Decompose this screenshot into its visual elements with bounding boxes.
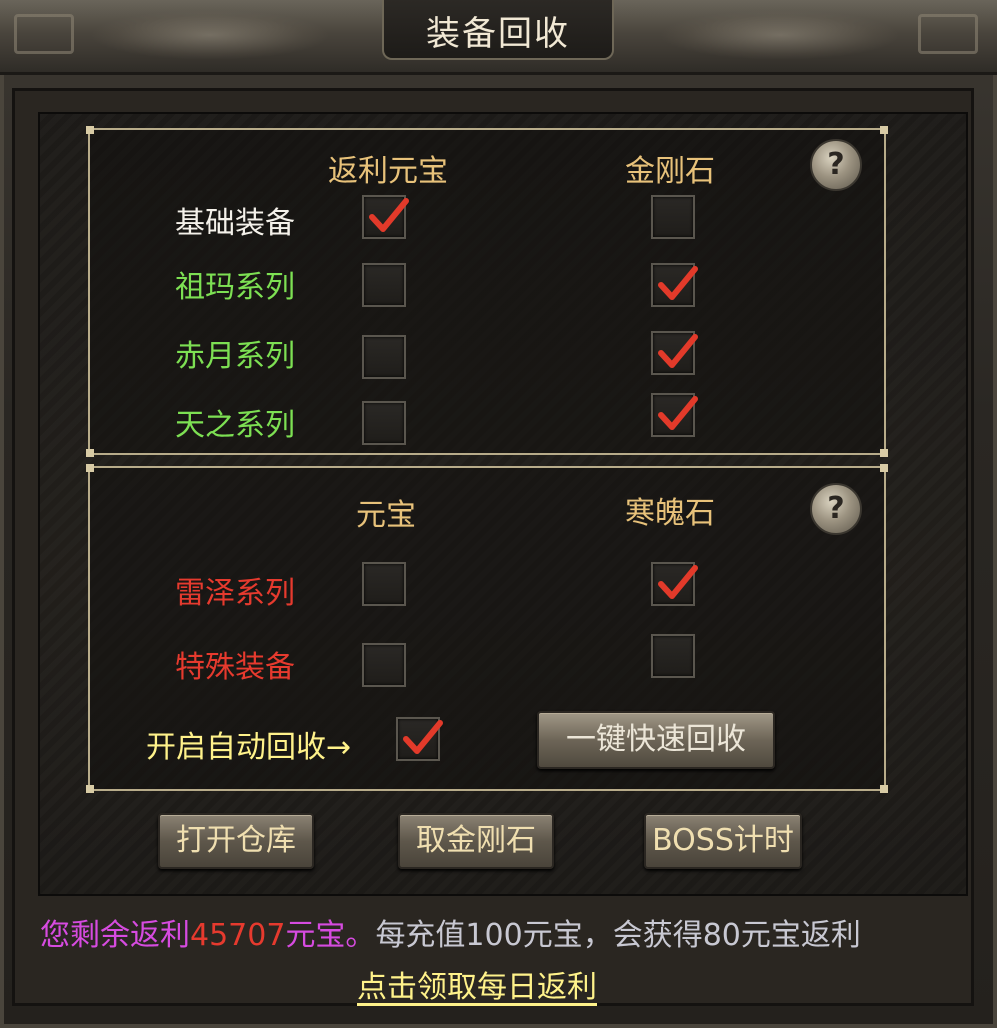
remaining-rebate-unit: 元宝。: [285, 918, 376, 953]
checkbox-leize-hanpo[interactable]: [651, 562, 698, 606]
left-dragon-ornament: [90, 10, 330, 60]
panel-corner: [880, 785, 888, 793]
checkbox-chiyue-rebate[interactable]: [362, 335, 406, 379]
col-header-yuanbao: 元宝: [356, 498, 416, 533]
rebate-info-line: 您剩余返利45707元宝。每充值100元宝，会获得80元宝返利: [40, 910, 861, 954]
window-title: 装备回收: [426, 14, 570, 54]
remaining-rebate-amount: 45707: [190, 918, 286, 953]
open-warehouse-button[interactable]: 打开仓库: [158, 813, 314, 869]
check-mark-icon: [658, 565, 698, 599]
check-mark-icon: [658, 266, 698, 300]
left-ornament: [14, 14, 74, 54]
help-icon[interactable]: ?: [810, 483, 862, 535]
col-header-diamond: 金刚石: [625, 154, 715, 189]
col-header-hanpo-stone: 寒魄石: [625, 496, 715, 531]
checkbox-basic-diamond[interactable]: [651, 195, 695, 239]
take-diamond-button[interactable]: 取金刚石: [398, 813, 554, 869]
check-mark-icon: [403, 720, 443, 754]
checkbox-special-yuanbao[interactable]: [362, 643, 406, 687]
panel-corner: [880, 449, 888, 457]
quick-recycle-button[interactable]: 一键快速回收: [537, 711, 775, 769]
help-icon[interactable]: ?: [810, 139, 862, 191]
row-label-tian-series: 天之系列: [175, 408, 295, 443]
panel-corner: [86, 449, 94, 457]
checkbox-zuma-rebate[interactable]: [362, 263, 406, 307]
panel-corner: [86, 126, 94, 134]
check-mark-icon: [658, 334, 698, 368]
auto-recycle-label: 开启自动回收→: [146, 730, 352, 765]
checkbox-chiyue-diamond[interactable]: [651, 331, 698, 375]
panel-corner: [86, 464, 94, 472]
panel-corner: [880, 464, 888, 472]
row-label-basic-equipment: 基础装备: [175, 206, 295, 241]
checkbox-zuma-diamond[interactable]: [651, 263, 698, 307]
col-header-rebate-yuanbao: 返利元宝: [328, 154, 448, 189]
recharge-info: 每充值100元宝，会获得80元宝返利: [375, 918, 861, 953]
row-label-chiyue-series: 赤月系列: [175, 339, 295, 374]
row-label-leize-series: 雷泽系列: [175, 576, 295, 611]
check-mark-icon: [369, 198, 409, 232]
remaining-rebate-prefix: 您剩余返利: [40, 918, 190, 953]
row-label-special-equipment: 特殊装备: [175, 650, 295, 685]
panel-corner: [86, 785, 94, 793]
panel-corner: [880, 126, 888, 134]
checkbox-leize-yuanbao[interactable]: [362, 562, 406, 606]
checkbox-basic-rebate[interactable]: [362, 195, 409, 239]
right-dragon-ornament: [660, 10, 900, 60]
daily-rebate-link[interactable]: 点击领取每日返利: [357, 962, 597, 1006]
checkbox-tian-diamond[interactable]: [651, 393, 698, 437]
right-ornament: [918, 14, 978, 54]
row-label-zuma-series: 祖玛系列: [175, 270, 295, 305]
check-mark-icon: [658, 396, 698, 430]
checkbox-auto-recycle[interactable]: [396, 717, 443, 761]
boss-timer-button[interactable]: BOSS计时: [644, 813, 802, 869]
checkbox-tian-rebate[interactable]: [362, 401, 406, 445]
title-bar: 装备回收: [0, 0, 997, 75]
checkbox-special-hanpo[interactable]: [651, 634, 695, 678]
